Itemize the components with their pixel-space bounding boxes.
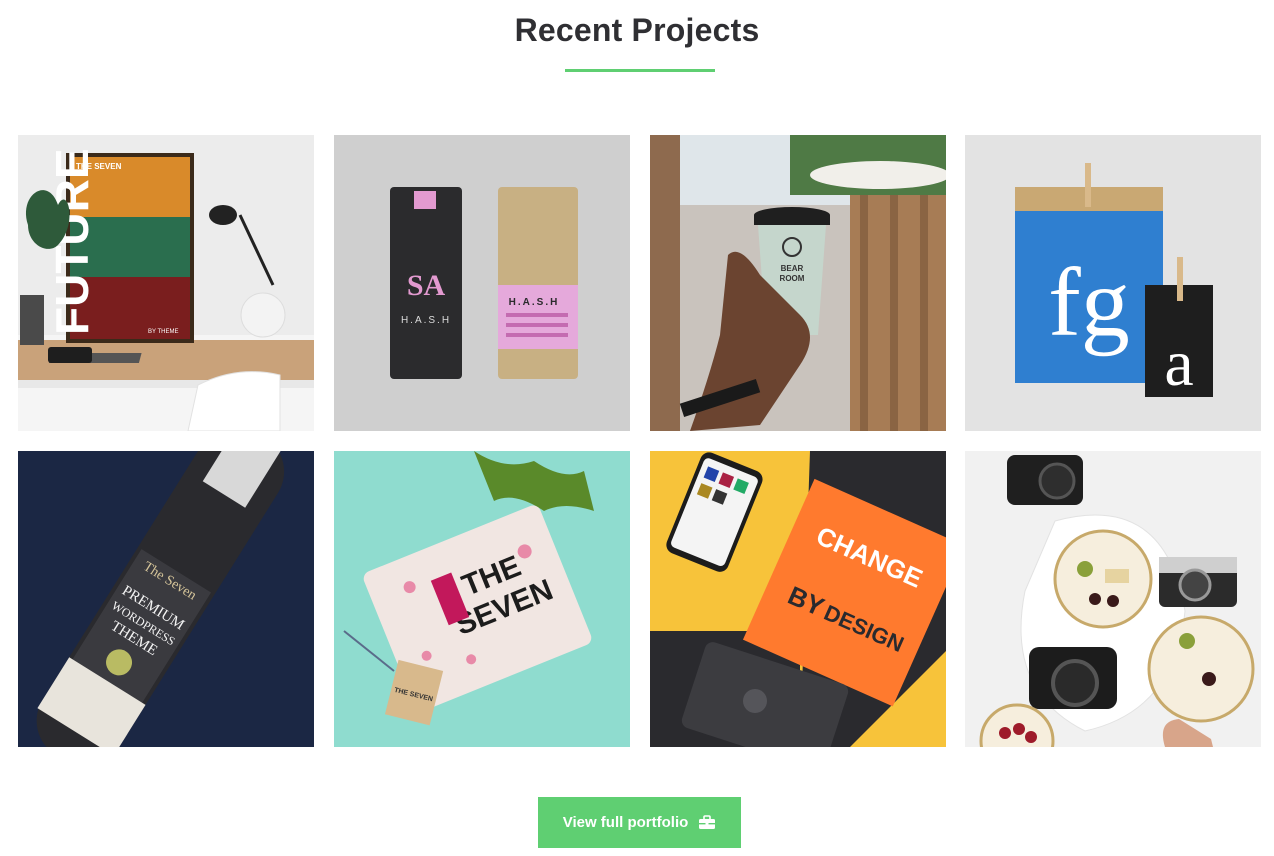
title-underline (565, 69, 715, 72)
premium-wine-bottle-image: The Seven PREMIUM WORDPRESS THEME (18, 451, 314, 747)
future-poster-image: FUTURE THE SEVEN BY THEME (18, 135, 314, 431)
hash-coffee-bags-image: SA H.A.S.H H.A.S.H (334, 135, 630, 431)
view-portfolio-button[interactable]: View full portfolio (538, 797, 741, 848)
portfolio-item-bear-room-coffee-cup[interactable]: BEAR ROOM (650, 135, 946, 431)
portfolio-item-premium-wine-bottle[interactable]: The Seven PREMIUM WORDPRESS THEME (18, 451, 314, 747)
fga-big: fg (1048, 249, 1130, 357)
briefcase-icon (699, 815, 716, 829)
svg-text:SA: SA (407, 269, 446, 302)
portfolio-grid: FUTURE THE SEVEN BY THEME SA H.A.S.H H.A… (18, 135, 1261, 747)
portfolio-item-future-poster[interactable]: FUTURE THE SEVEN BY THEME (18, 135, 314, 431)
bear-room-coffee-cup-image: BEAR ROOM (650, 135, 946, 431)
poster-byline: BY THEME (148, 329, 178, 335)
fga-paper-bag-image: fg a (965, 135, 1261, 431)
section-title: Recent Projects (514, 12, 760, 48)
portfolio-item-the-seven-tshirt[interactable]: THE SEVEN THE SEVEN (334, 451, 630, 747)
the-seven-tshirt-image: THE SEVEN THE SEVEN (334, 451, 630, 747)
portfolio-item-hash-coffee-bags[interactable]: SA H.A.S.H H.A.S.H (334, 135, 630, 431)
portfolio-item-cameras-food-flatlay[interactable] (965, 451, 1261, 747)
portfolio-item-fga-paper-bag[interactable]: fg a (965, 135, 1261, 431)
hash-bag2-label: H.A.S.H (509, 297, 560, 308)
poster-brand: THE SEVEN (76, 162, 122, 171)
fga-small: a (1164, 327, 1193, 400)
change-by-design-book-image: CHANGE BY DESIGN (650, 451, 946, 747)
cameras-food-flatlay-image (965, 451, 1261, 747)
cup-line1: BEAR (781, 264, 804, 273)
cup-line2: ROOM (780, 274, 805, 283)
view-portfolio-label: View full portfolio (562, 814, 689, 831)
hash-bag1-label: H.A.S.H (401, 315, 451, 326)
portfolio-item-change-by-design-book[interactable]: CHANGE BY DESIGN (650, 451, 946, 747)
